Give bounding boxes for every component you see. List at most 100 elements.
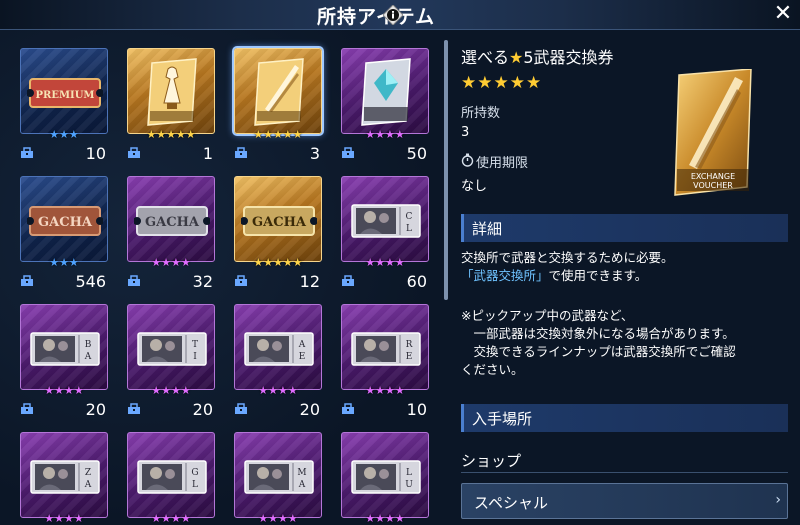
header-bar: 所持アイテム ✕ <box>0 0 800 30</box>
item-slot[interactable]: GACHA ★★★ 546 <box>20 176 108 293</box>
item-frame: CL <box>341 176 429 262</box>
item-slot[interactable]: GACHA ★★★★ 32 <box>127 176 215 293</box>
expiry-value: なし <box>461 179 488 194</box>
item-count: 546 <box>75 272 106 291</box>
description-line-2-rest: で使用できます。 <box>548 268 648 283</box>
rarity-stars: ★★★★ <box>44 384 84 397</box>
ticket-letter: C <box>406 212 413 222</box>
outfit-voucher-icon <box>147 58 197 126</box>
rarity-stars: ★★★ <box>49 128 79 141</box>
rarity-stars: ★★★★ <box>44 512 84 525</box>
scrollbar-thumb[interactable] <box>444 40 448 300</box>
item-count: 1 <box>202 144 213 163</box>
owned-box-icon <box>128 147 140 158</box>
gacha-ticket-icon: GACHA <box>241 206 317 236</box>
item-name-prefix: 選べる <box>461 48 510 67</box>
ticket-text: PREMIUM <box>36 90 95 101</box>
shop-label: ショップ <box>461 452 522 470</box>
rarity-stars: ★★★★★ <box>253 256 303 269</box>
ticket-letter: B <box>85 340 92 350</box>
art-text-1: EXCHANGE <box>691 172 735 181</box>
rarity-stars: ★★★★★ <box>461 73 543 93</box>
item-slot[interactable]: C L ★★★★ 60 <box>341 176 429 293</box>
premium-ticket-icon: PREMIUM <box>27 78 103 108</box>
item-frame: GACHA <box>20 176 108 262</box>
rarity-stars: ★★★★ <box>258 512 298 525</box>
rarity-stars: ★★★★★ <box>253 128 303 141</box>
item-slot[interactable]: G L ★★★★ <box>127 432 215 525</box>
ticket-letter: A <box>84 480 92 490</box>
item-frame: MA <box>234 432 322 518</box>
description-line-4: 一部武器は交換対象外になる場合があります。 <box>461 326 735 341</box>
ticket-letter: T <box>192 340 198 350</box>
item-slot[interactable]: GACHA ★★★★★ 12 <box>234 176 322 293</box>
item-name: 選べる★5武器交換券 <box>461 44 614 68</box>
ticket-letter: L <box>406 224 412 234</box>
character-ticket-icon: BA <box>30 332 100 366</box>
item-slot[interactable]: ★★★★ 50 <box>341 48 429 165</box>
rarity-stars: ★★★★ <box>365 128 405 141</box>
ticket-letter: R <box>406 340 413 350</box>
item-slot[interactable]: L U ★★★★ <box>341 432 429 525</box>
item-grid: PREMIUM ★★★ 10 ★★★★★ 1 ★★★★★ 3 ★★★★ 50 GACHA ★★★ 54… <box>0 30 440 525</box>
item-slot[interactable]: B A ★★★★ 20 <box>20 304 108 421</box>
item-name-star: ★ <box>509 48 524 67</box>
description-line-5: 交換できるラインナップは武器交換所でご確認 <box>461 344 736 359</box>
item-detail-panel: 選べる★5武器交換券 ★★★★★ 所持数 3 使用期限 なし EXCHANGE … <box>452 30 800 525</box>
expiry-label: 使用期限 <box>476 156 529 171</box>
item-count: 50 <box>406 144 427 163</box>
item-frame: TI <box>127 304 215 390</box>
rarity-stars: ★★★★★ <box>146 128 196 141</box>
item-frame <box>234 48 322 134</box>
ticket-text: GACHA <box>145 215 200 230</box>
item-slot[interactable]: M A ★★★★ <box>234 432 322 525</box>
weapon-exchange-link[interactable]: 「武器交換所」 <box>461 268 549 283</box>
special-shop-button[interactable]: スペシャル › <box>461 483 788 519</box>
item-name-suffix: 5武器交換券 <box>523 48 614 67</box>
section-details-title: 詳細 <box>472 220 503 238</box>
item-count: 12 <box>299 272 320 291</box>
ticket-text: GACHA <box>252 215 307 230</box>
ticket-letter: A <box>298 480 306 490</box>
item-frame: BA <box>20 304 108 390</box>
item-frame: ZA <box>20 432 108 518</box>
rarity-stars: ★★★★ <box>258 384 298 397</box>
info-icon[interactable] <box>383 5 403 25</box>
item-count: 60 <box>406 272 427 291</box>
description-line-1: 交換所で武器と交換するために必要。 <box>461 250 674 265</box>
item-slot[interactable]: ★★★★★ 1 <box>127 48 215 165</box>
item-slot[interactable]: A E ★★★★ 20 <box>234 304 322 421</box>
item-frame <box>341 48 429 134</box>
item-frame: PREMIUM <box>20 48 108 134</box>
item-frame: LU <box>341 432 429 518</box>
ticket-letter: L <box>406 468 412 478</box>
ticket-letter: M <box>297 468 306 478</box>
item-frame: GL <box>127 432 215 518</box>
character-ticket-icon: LU <box>351 460 421 494</box>
owned-box-icon <box>235 147 247 158</box>
item-count: 20 <box>85 400 106 419</box>
ticket-letter: A <box>298 340 306 350</box>
item-count: 32 <box>192 272 213 291</box>
description-line-6: ください。 <box>461 362 524 377</box>
owned-box-icon <box>235 403 247 414</box>
chevron-right-icon: › <box>775 492 781 508</box>
description-line-2: 「武器交換所」で使用できます。 <box>461 267 647 285</box>
owned-count-value: 3 <box>461 125 470 140</box>
section-source-title: 入手場所 <box>472 410 533 428</box>
item-slot[interactable]: T I ★★★★ 20 <box>127 304 215 421</box>
item-slot[interactable]: PREMIUM ★★★ 10 <box>20 48 108 165</box>
owned-box-icon <box>21 403 33 414</box>
close-icon[interactable]: ✕ <box>772 3 794 25</box>
character-ticket-icon: GL <box>137 460 207 494</box>
ticket-letter: A <box>84 352 92 362</box>
weapon-voucher-image: EXCHANGE VOUCHER <box>674 69 752 196</box>
item-slot[interactable]: R E ★★★★ 10 <box>341 304 429 421</box>
owned-box-icon <box>342 147 354 158</box>
section-source-header: 入手場所 <box>461 404 788 432</box>
item-slot[interactable]: Z A ★★★★ <box>20 432 108 525</box>
owned-box-icon <box>342 403 354 414</box>
owned-box-icon <box>128 275 140 286</box>
special-shop-label: スペシャル <box>474 494 548 512</box>
item-slot[interactable]: ★★★★★ 3 <box>234 48 322 165</box>
